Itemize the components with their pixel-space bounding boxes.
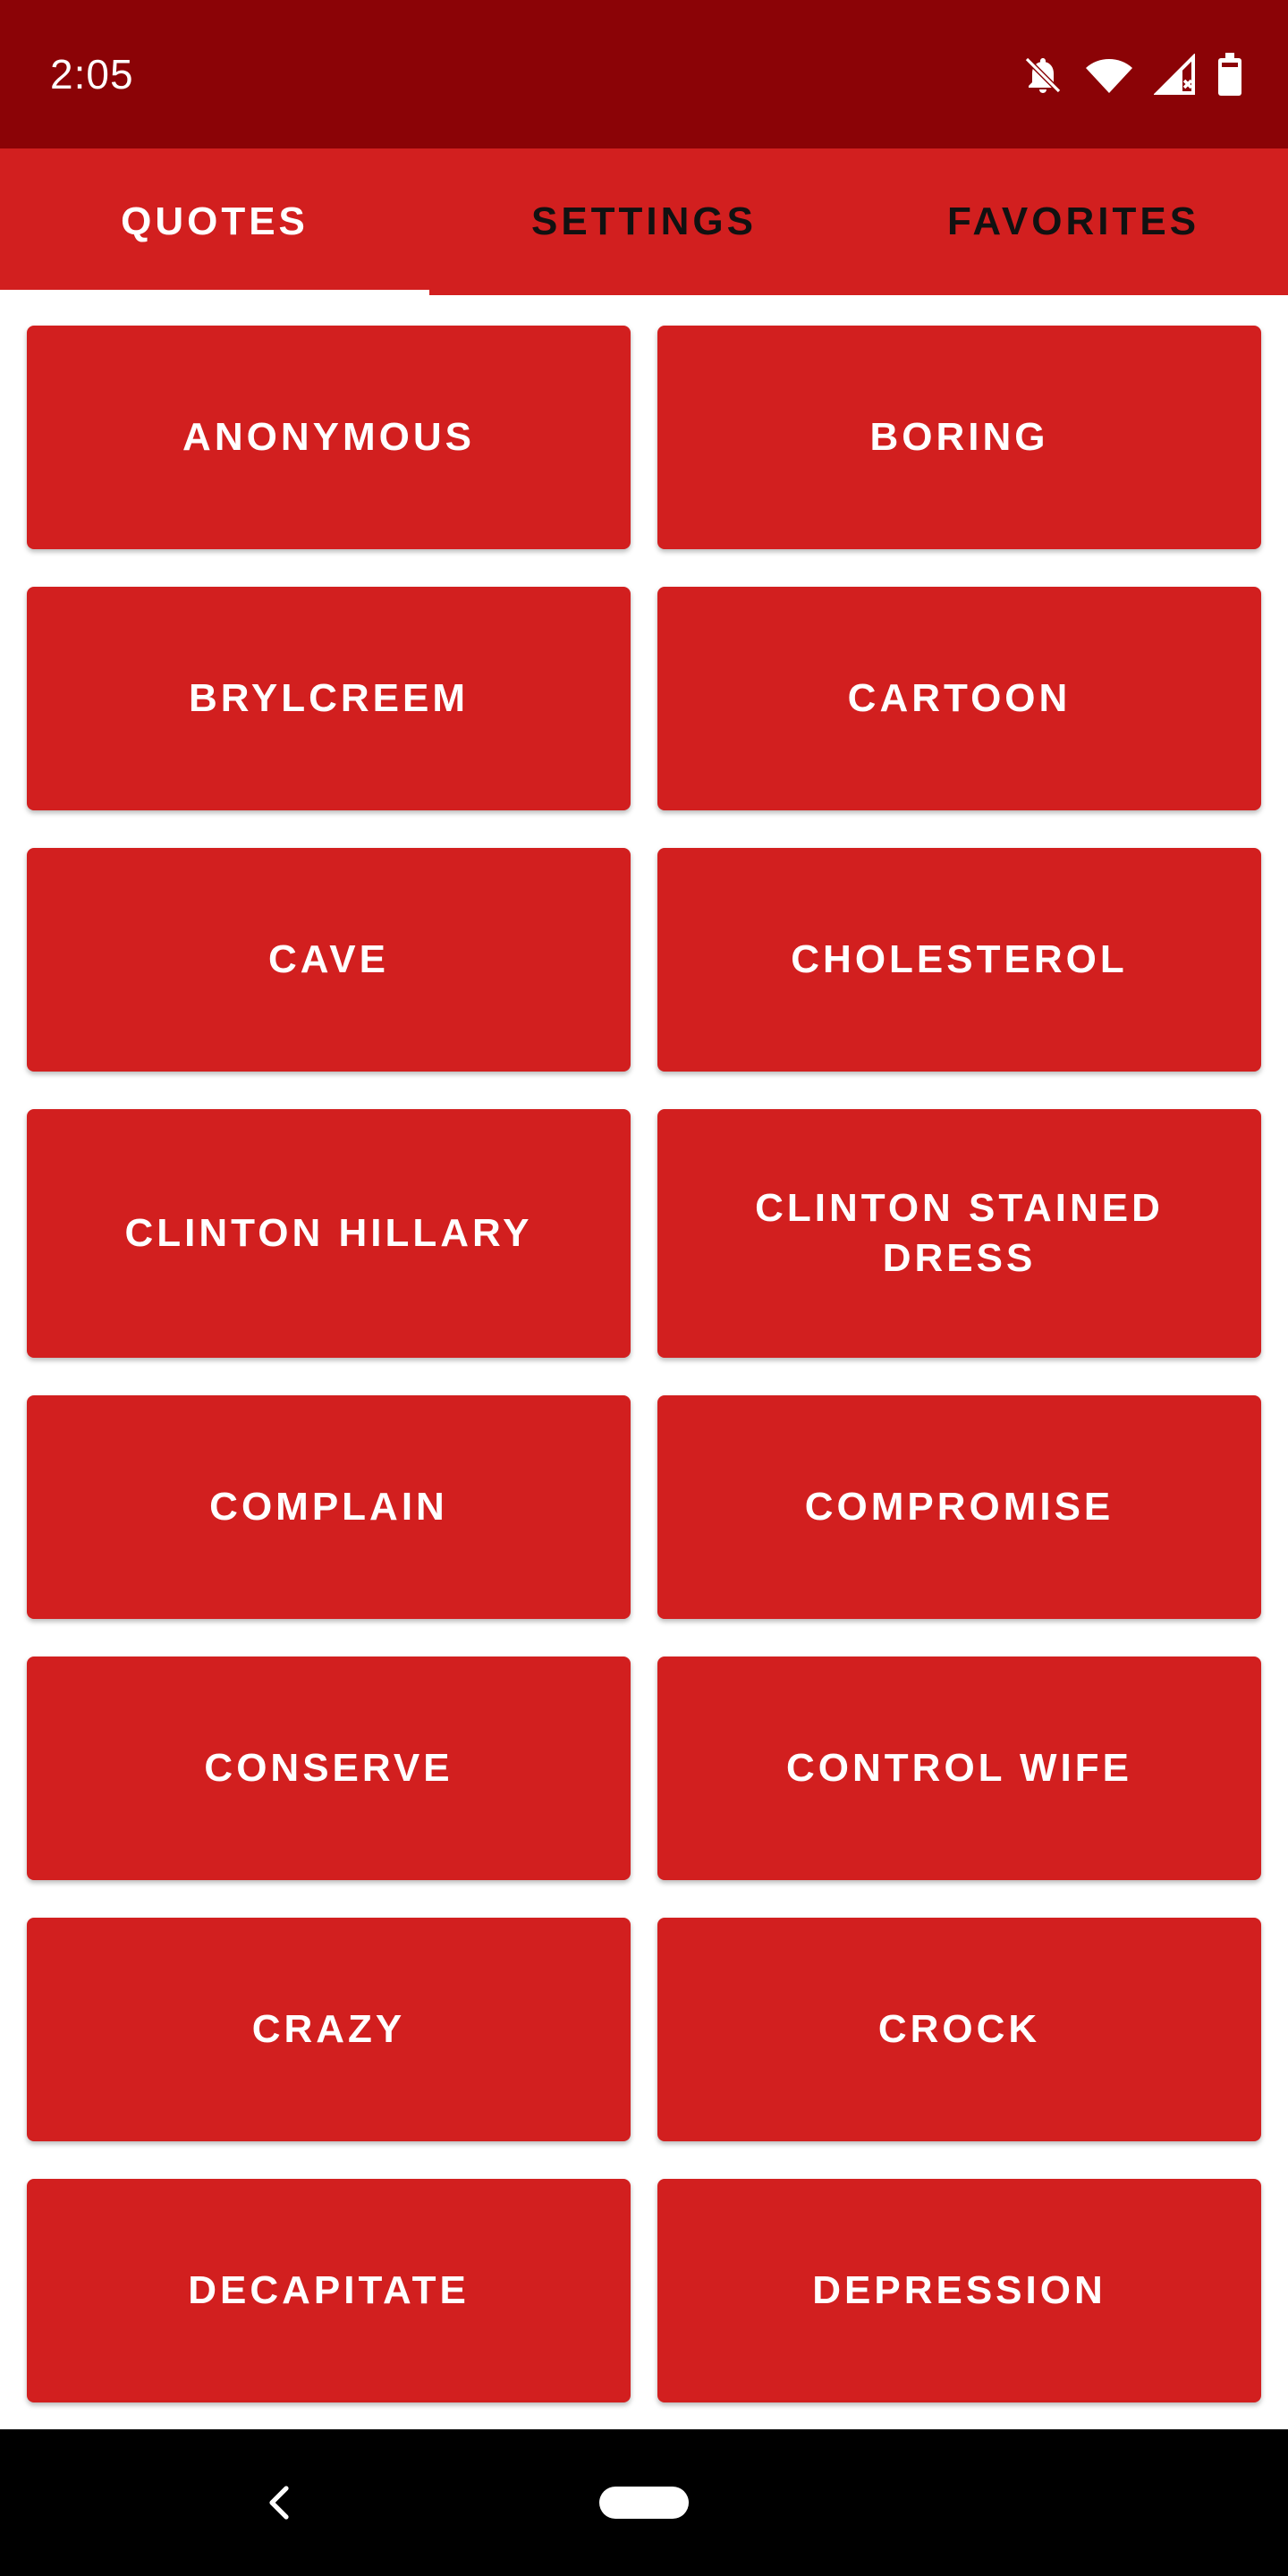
quote-button-brylcreem[interactable]: BRYLCREEM: [27, 587, 631, 810]
tab-settings-label: SETTINGS: [530, 199, 758, 243]
wifi-icon: [1084, 54, 1134, 97]
quote-button-cartoon[interactable]: CARTOON: [657, 587, 1261, 810]
quote-button-decapitate[interactable]: DECAPITATE: [27, 2179, 631, 2402]
quote-button-compromise[interactable]: COMPROMISE: [657, 1395, 1261, 1619]
tab-quotes-label: QUOTES: [121, 199, 309, 243]
quote-button-complain[interactable]: COMPLAIN: [27, 1395, 631, 1619]
quote-button-conserve[interactable]: CONSERVE: [27, 1657, 631, 1880]
tab-favorites[interactable]: FAVORITES: [859, 148, 1288, 295]
quote-button-anonymous[interactable]: ANONYMOUS: [27, 326, 631, 549]
signal-icon: [1154, 54, 1197, 97]
tab-favorites-label: FAVORITES: [946, 199, 1200, 243]
quotes-grid: ANONYMOUS BORING BRYLCREEM CARTOON CAVE …: [27, 326, 1261, 2402]
quote-button-depression[interactable]: DEPRESSION: [657, 2179, 1261, 2402]
quote-button-clinton-stained-dress[interactable]: CLINTON STAINED DRESS: [657, 1109, 1261, 1358]
tab-bar: QUOTES SETTINGS FAVORITES: [0, 148, 1288, 295]
status-time: 2:05: [50, 51, 134, 97]
notifications-off-icon: [1021, 54, 1064, 97]
tab-indicator: [0, 290, 429, 295]
quote-button-clinton-hillary[interactable]: CLINTON HILLARY: [27, 1109, 631, 1358]
tab-settings[interactable]: SETTINGS: [429, 148, 859, 295]
status-icons: [1021, 50, 1243, 100]
status-bar: 2:05: [0, 0, 1288, 148]
quote-button-boring[interactable]: BORING: [657, 326, 1261, 549]
quote-button-cholesterol[interactable]: CHOLESTEROL: [657, 848, 1261, 1072]
tab-quotes[interactable]: QUOTES: [0, 148, 429, 295]
home-pill-icon[interactable]: [599, 2487, 689, 2519]
back-icon[interactable]: [259, 2478, 299, 2532]
quote-button-control-wife[interactable]: CONTROL WIFE: [657, 1657, 1261, 1880]
quote-button-crazy[interactable]: CRAZY: [27, 1918, 631, 2141]
navigation-bar: [0, 2429, 1288, 2576]
quote-button-cave[interactable]: CAVE: [27, 848, 631, 1072]
quote-button-crock[interactable]: CROCK: [657, 1918, 1261, 2141]
battery-icon: [1216, 53, 1243, 97]
